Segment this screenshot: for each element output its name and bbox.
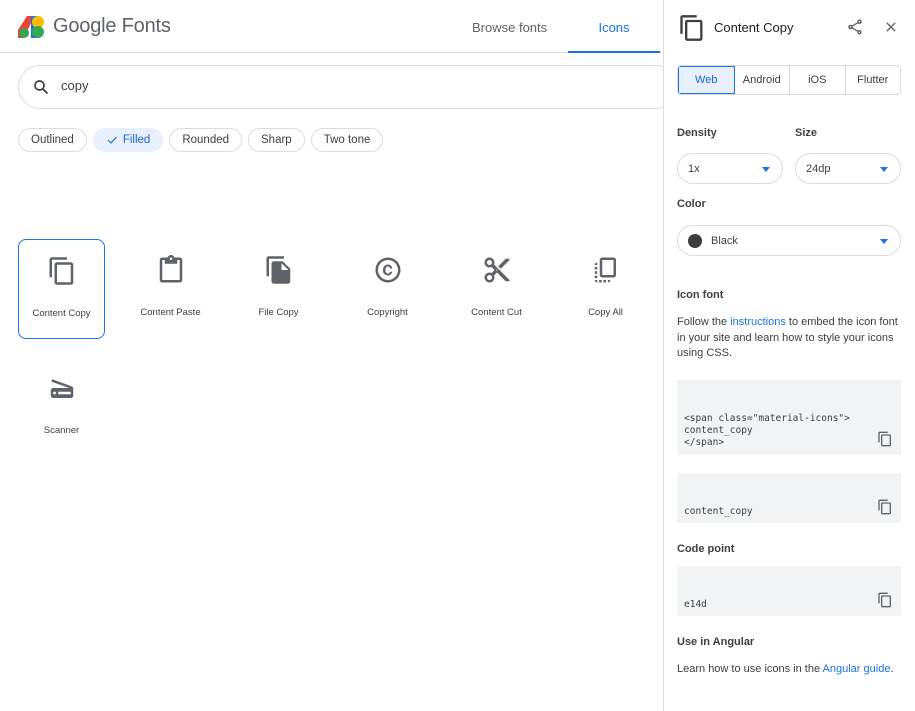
brand-name[interactable]: Google Fonts [53,15,171,38]
copy-icon[interactable] [877,592,893,608]
scanner-icon [50,379,73,398]
chip-filled[interactable]: Filled [92,128,164,152]
icon-tile-content-cut[interactable]: Content Cut [453,239,540,339]
angular-heading: Use in Angular [677,636,755,648]
icon-tile-copyright[interactable]: Copyright [344,239,431,339]
close-icon[interactable] [883,19,899,35]
code-point-box: e14d [677,566,901,616]
icon-label: Scanner [43,425,80,436]
size-select[interactable]: 24dp [795,153,901,184]
caret-down-icon [762,167,770,172]
file-copy-icon [266,256,290,284]
icon-tile-content-paste[interactable]: Content Paste [127,239,214,339]
content-copy-icon [680,15,703,41]
code-point-value: e14d [684,599,707,610]
color-label: Color [677,198,706,210]
code-snippet: <span class="material-icons"> content_co… [684,413,850,448]
icon-label: Content Cut [471,307,522,318]
search-input[interactable] [61,78,361,93]
size-value: 24dp [806,162,831,175]
icon-label: Content Paste [140,307,201,318]
color-swatch [688,233,702,248]
icon-label: Copyright [367,307,408,318]
search-icon[interactable] [32,78,50,96]
icon-font-heading: Icon font [677,289,724,301]
platform-toggle: Web Android iOS Flutter [677,65,901,95]
platform-flutter[interactable]: Flutter [846,66,901,94]
angular-text-before: Learn how to use icons in the [677,663,823,675]
icon-label: Content Copy [32,308,91,319]
chip-label: Filled [122,134,151,146]
google-fonts-logo[interactable] [18,16,44,38]
color-value: Black [711,234,738,247]
share-icon[interactable] [846,18,864,36]
angular-description: Learn how to use icons in the Angular gu… [677,662,902,678]
icon-tile-content-copy[interactable]: Content Copy [18,239,105,339]
copyright-icon [375,257,400,283]
copy-icon[interactable] [877,431,893,447]
ligature-box: content_copy [677,473,901,523]
content-cut-icon [484,257,509,283]
icon-font-description: Follow the instructions to embed the ico… [677,315,902,362]
chip-label: Rounded [182,134,230,146]
brand-fonts: Fonts [121,15,171,37]
angular-guide-link[interactable]: Angular guide [823,663,891,675]
platform-ios[interactable]: iOS [790,66,846,94]
brand-google: Google [53,15,117,37]
density-label: Density [677,127,717,139]
icon-detail-panel: Content Copy Web Android iOS Flutter Den… [663,0,915,711]
angular-text-after: . [890,663,894,675]
chip-rounded[interactable]: Rounded [169,128,243,152]
check-icon [107,136,117,144]
panel-title: Content Copy [714,20,794,35]
top-app-bar: Google Fonts Browse fonts Icons [0,0,663,53]
code-snippet-box: <span class="material-icons"> content_co… [677,380,901,455]
chip-label: Outlined [31,134,74,146]
size-label: Size [795,127,818,139]
ligature-text: content_copy [684,506,753,517]
icon-tile-scanner[interactable]: Scanner [18,357,105,457]
chip-outlined[interactable]: Outlined [18,128,87,152]
content-copy-icon [49,257,73,285]
color-select[interactable]: Black [677,225,901,256]
chip-two-tone[interactable]: Two tone [310,128,384,152]
style-filter-chips: Outlined Filled Rounded Sharp Two tone [18,128,384,152]
code-point-heading: Code point [677,543,735,555]
icon-font-text-before: Follow the [677,316,731,328]
platform-android[interactable]: Android [735,66,790,94]
copy-all-icon [594,257,616,283]
instructions-link[interactable]: instructions [730,316,786,328]
icon-label: Copy All [588,307,623,318]
chip-sharp[interactable]: Sharp [248,128,305,152]
density-value: 1x [688,162,700,175]
icon-tile-file-copy[interactable]: File Copy [235,239,322,339]
chip-label: Two tone [323,134,371,146]
icon-label: File Copy [258,307,299,318]
nav-browse-fonts[interactable]: Browse fonts [472,20,547,35]
platform-web[interactable]: Web [678,66,735,94]
nav-icons-tab[interactable]: Icons [568,0,660,53]
caret-down-icon [880,239,888,244]
chip-label: Sharp [261,134,292,146]
copy-icon[interactable] [877,499,893,515]
icon-tile-copy-all[interactable]: Copy All [562,239,649,339]
search-bar[interactable] [18,65,678,109]
content-paste-icon [159,255,182,283]
density-select[interactable]: 1x [677,153,783,184]
caret-down-icon [880,167,888,172]
